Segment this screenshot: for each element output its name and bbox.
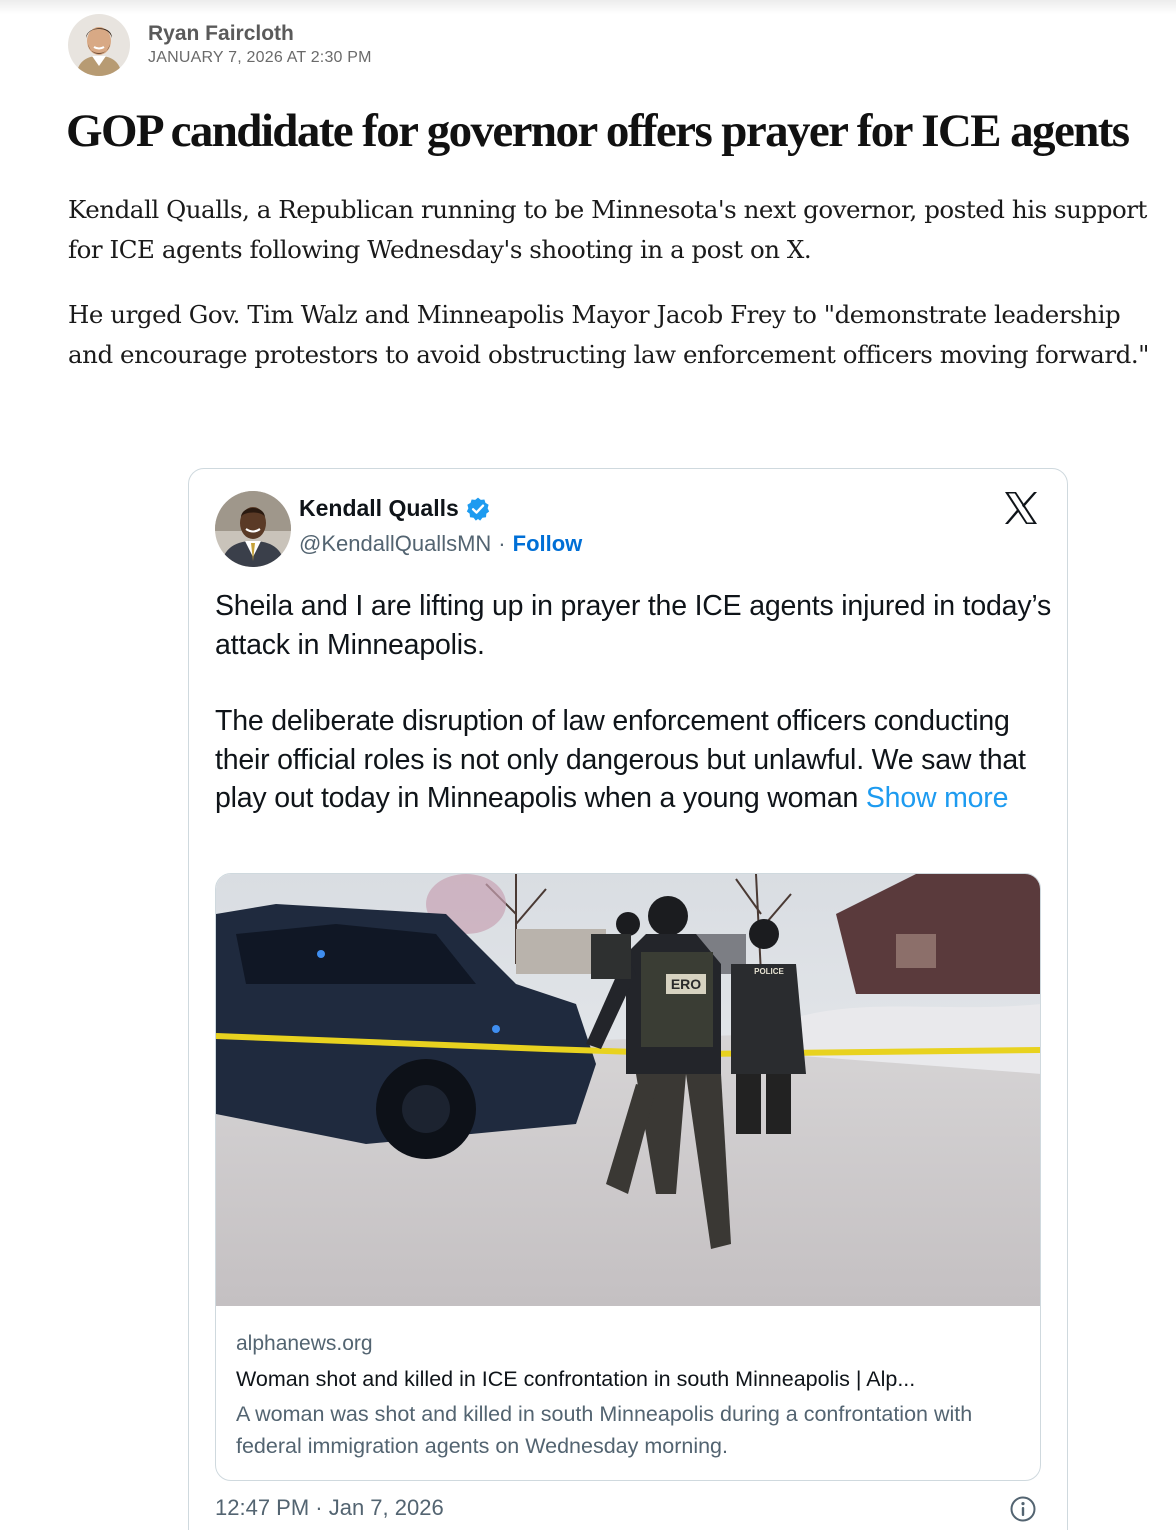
article-paragraph-1: Kendall Qualls, a Republican running to … [68,195,1147,264]
info-icon[interactable] [1009,1495,1037,1523]
link-card-text[interactable]: alphanews.org Woman shot and killed in I… [236,1330,1026,1462]
top-shadow [0,0,1176,14]
verified-badge-icon [466,497,489,521]
separator-dot: · [498,531,506,556]
tweet-text: Sheila and I are lifting up in prayer th… [215,587,1055,818]
tweet-paragraph-1: Sheila and I are lifting up in prayer th… [215,590,1052,661]
tweet-timestamp[interactable]: 12:47 PM · Jan 7, 2026 [215,1495,444,1521]
tweet-display-name[interactable]: Kendall Qualls [299,495,459,522]
author-byline: Ryan Faircloth JANUARY 7, 2026 AT 2:30 P… [68,14,372,76]
vest-label-police: POLICE [754,967,784,976]
x-logo-icon[interactable] [1003,491,1039,525]
tweet-handle-row: @KendallQuallsMN · Follow [299,531,582,557]
link-preview-card[interactable]: ERO POLICE alphanews.org Woman shot and … [215,873,1041,1481]
author-avatar[interactable] [68,14,130,76]
vest-label-ero: ERO [671,976,701,992]
news-photo[interactable]: ERO POLICE [216,874,1041,1306]
link-card-description: A woman was shot and killed in south Min… [236,1402,973,1458]
follow-button[interactable]: Follow [513,531,583,557]
tweet-paragraph-2: The deliberate disruption of law enforce… [215,702,1055,818]
tweet-author[interactable]: Kendall Qualls [299,495,491,522]
embedded-tweet[interactable]: Kendall Qualls @KendallQuallsMN · Follow… [188,468,1068,1530]
post-date: JANUARY 7, 2026 AT 2:30 PM [148,49,372,66]
tweet-author-avatar[interactable] [215,491,291,567]
link-card-title[interactable]: Woman shot and killed in ICE confrontati… [236,1364,1026,1394]
link-card-domain[interactable]: alphanews.org [236,1330,1026,1358]
article-paragraph-2: He urged Gov. Tim Walz and Minneapolis M… [68,300,1149,369]
article-headline: GOP candidate for governor offers prayer… [66,105,1130,157]
show-more-link[interactable]: Show more [866,782,1009,814]
tweet-handle[interactable]: @KendallQuallsMN [299,531,491,557]
author-name[interactable]: Ryan Faircloth [148,21,372,47]
